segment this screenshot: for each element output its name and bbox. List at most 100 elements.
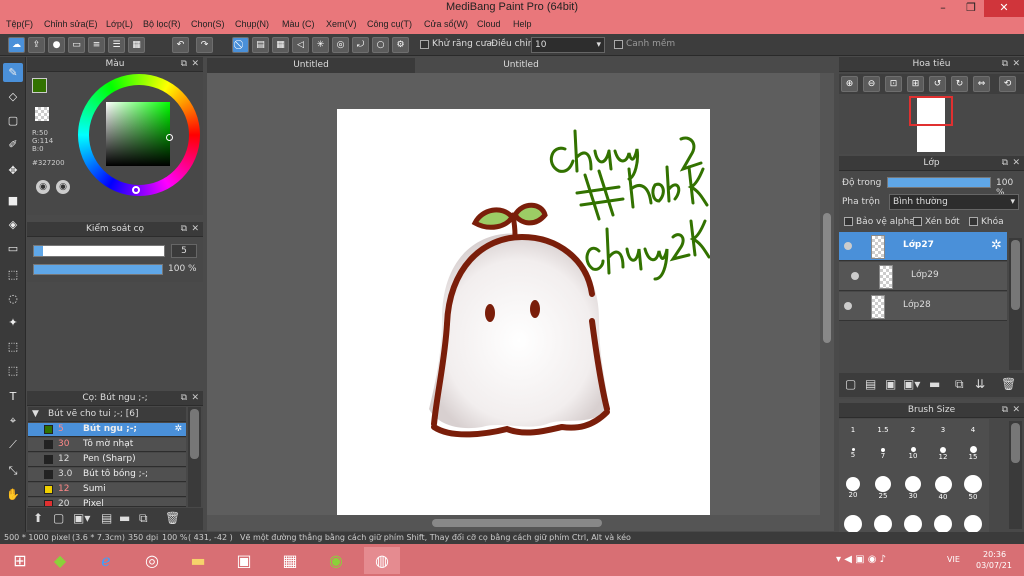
size-cell[interactable]: 100	[869, 515, 897, 532]
correction-select[interactable]: 10 ▾	[531, 37, 605, 53]
brush-item[interactable]: 12 Sumi	[28, 483, 186, 497]
parallel-snap-icon[interactable]: ▤	[252, 37, 269, 53]
opacity-slider[interactable]	[33, 264, 163, 275]
merge-layer-icon[interactable]: ⇊	[975, 377, 985, 391]
tab-untitled-1[interactable]: Untitled	[207, 58, 415, 73]
move-tool-icon[interactable]: ✥	[3, 161, 23, 180]
navigator-thumbnail[interactable]	[909, 96, 953, 152]
snap-off-icon[interactable]: ⃠	[232, 37, 249, 53]
actual-size-icon[interactable]: ⊞	[907, 76, 924, 92]
size-cell[interactable]: 150	[899, 515, 927, 532]
brush-item[interactable]: 12 Pen (Sharp)	[28, 453, 186, 467]
size-cell[interactable]: 1.5	[869, 423, 897, 443]
file-explorer-icon[interactable]: ▬	[180, 547, 216, 574]
size-cell[interactable]: 4	[959, 423, 987, 443]
menu-select[interactable]: Chọn(S)	[191, 19, 225, 29]
download-brush-icon[interactable]: ⬆	[33, 511, 43, 525]
zoom-out-icon[interactable]: ⊖	[863, 76, 880, 92]
fit-icon[interactable]: ⊡	[885, 76, 902, 92]
maximize-icon[interactable]: ❐	[958, 0, 984, 17]
menu-layer[interactable]: Lớp(L)	[106, 19, 133, 29]
protect-alpha-checkbox[interactable]	[844, 217, 853, 226]
gradient-tool-icon[interactable]: ▭	[3, 239, 23, 258]
grid-icon[interactable]: ▦	[128, 37, 145, 53]
menu-edit[interactable]: Chỉnh sửa(E)	[44, 19, 98, 29]
windows-start-icon[interactable]: ⊞	[2, 547, 38, 574]
redo-icon[interactable]: ↷	[196, 37, 213, 53]
minimize-icon[interactable]: –	[930, 0, 956, 17]
folder-icon[interactable]: ▬	[119, 511, 130, 525]
hand-tool-icon[interactable]: ✋	[3, 485, 23, 504]
hue-wheel[interactable]	[78, 74, 200, 196]
app-icon[interactable]: ▦	[272, 547, 308, 574]
hue-cursor[interactable]	[132, 186, 140, 194]
blend-mode-select[interactable]: Bình thường ▾	[889, 194, 1019, 210]
vertical-scrollbar[interactable]	[820, 73, 834, 515]
copy-brush-icon[interactable]: ▤	[101, 511, 112, 525]
navigator-viewport[interactable]	[909, 96, 953, 126]
ie-icon[interactable]: ℯ	[88, 547, 124, 574]
chrome-icon[interactable]: ◎	[134, 547, 170, 574]
size-cell[interactable]: 10	[899, 445, 927, 465]
comment-icon[interactable]: ●	[48, 37, 65, 53]
message-icon[interactable]: ▭	[68, 37, 85, 53]
undo-icon[interactable]: ↶	[172, 37, 189, 53]
size-value[interactable]: 5	[171, 244, 197, 258]
document-icon[interactable]: ≡	[88, 37, 105, 53]
lasso-tool-icon[interactable]: ◌	[3, 289, 23, 308]
brush-item[interactable]: 3.0 Bút tô bóng ;-;	[28, 468, 186, 482]
grid-snap-icon[interactable]: ▦	[272, 37, 289, 53]
antialias-checkbox[interactable]	[420, 40, 429, 49]
size-cell[interactable]: 15	[959, 445, 987, 465]
size-cell[interactable]: 7	[869, 445, 897, 465]
close-icon[interactable]: ✕	[984, 0, 1024, 17]
transparent-swatch[interactable]	[35, 107, 49, 121]
size-cell[interactable]: 12	[929, 445, 957, 465]
clock-date[interactable]: 03/07/21	[976, 561, 1012, 570]
share-icon[interactable]: ⇪	[28, 37, 45, 53]
size-cell[interactable]: 5	[839, 445, 867, 465]
menu-filter[interactable]: Bộ lọc(R)	[143, 19, 181, 29]
duplicate-layer-icon[interactable]: ⧉	[955, 377, 964, 392]
sv-cursor[interactable]	[166, 134, 173, 141]
size-cell[interactable]: 50	[959, 475, 987, 503]
delete-layer-icon[interactable]: 🗑	[1001, 377, 1016, 391]
size-cell[interactable]: 200	[929, 515, 957, 532]
rotate-right-icon[interactable]: ↻	[951, 76, 968, 92]
circle-snap-icon[interactable]: ◎	[332, 37, 349, 53]
add-brush-icon[interactable]: ▣▾	[73, 511, 90, 525]
visibility-icon[interactable]	[844, 242, 852, 250]
layer-row[interactable]: Lớp28	[839, 292, 1007, 321]
new-layer-icon[interactable]: ▢	[845, 377, 856, 391]
rotate-left-icon[interactable]: ↺	[929, 76, 946, 92]
size-slider[interactable]	[33, 245, 165, 257]
snap-checkbox[interactable]	[614, 40, 623, 49]
menu-view[interactable]: Xem(V)	[326, 19, 357, 29]
ellipse-snap-icon[interactable]: ○	[372, 37, 389, 53]
zoom-in-icon[interactable]: ⊕	[841, 76, 858, 92]
layer-opacity-slider[interactable]	[887, 177, 991, 188]
menu-cloud[interactable]: Cloud	[477, 19, 501, 29]
bluestacks-icon[interactable]: ◆	[42, 547, 78, 574]
lock-checkbox[interactable]	[969, 217, 978, 226]
size-cell[interactable]: 2	[899, 423, 927, 443]
size-cell[interactable]: 3	[929, 423, 957, 443]
eraser-tool-icon[interactable]: ◇	[3, 87, 23, 106]
curve-snap-icon[interactable]: ⤾	[352, 37, 369, 53]
eyedropper-icon[interactable]: ⤡	[3, 461, 23, 480]
language-indicator[interactable]: VIE	[947, 555, 960, 564]
size-cell[interactable]: 250	[959, 515, 987, 532]
new-halftone-layer-icon[interactable]: ▤	[865, 377, 876, 391]
settings-icon[interactable]: ⚙	[392, 37, 409, 53]
layer-row[interactable]: Lớp27 ✲	[839, 232, 1007, 261]
add-layer-menu-icon[interactable]: ▣▾	[903, 377, 920, 391]
medibang-icon[interactable]: ◍	[364, 547, 400, 574]
fill-rect-icon[interactable]: ■	[3, 191, 23, 210]
tab-untitled-2[interactable]: Untitled	[417, 58, 625, 73]
menu-file[interactable]: Tệp(F)	[6, 19, 33, 29]
cloud-icon[interactable]: ☁	[8, 37, 25, 53]
bucket-tool-icon[interactable]: ◈	[3, 215, 23, 234]
palette-icon[interactable]: ◉	[36, 180, 50, 194]
radial-icon[interactable]: ✳	[312, 37, 329, 53]
layer-row[interactable]: Lớp29	[839, 262, 1007, 291]
